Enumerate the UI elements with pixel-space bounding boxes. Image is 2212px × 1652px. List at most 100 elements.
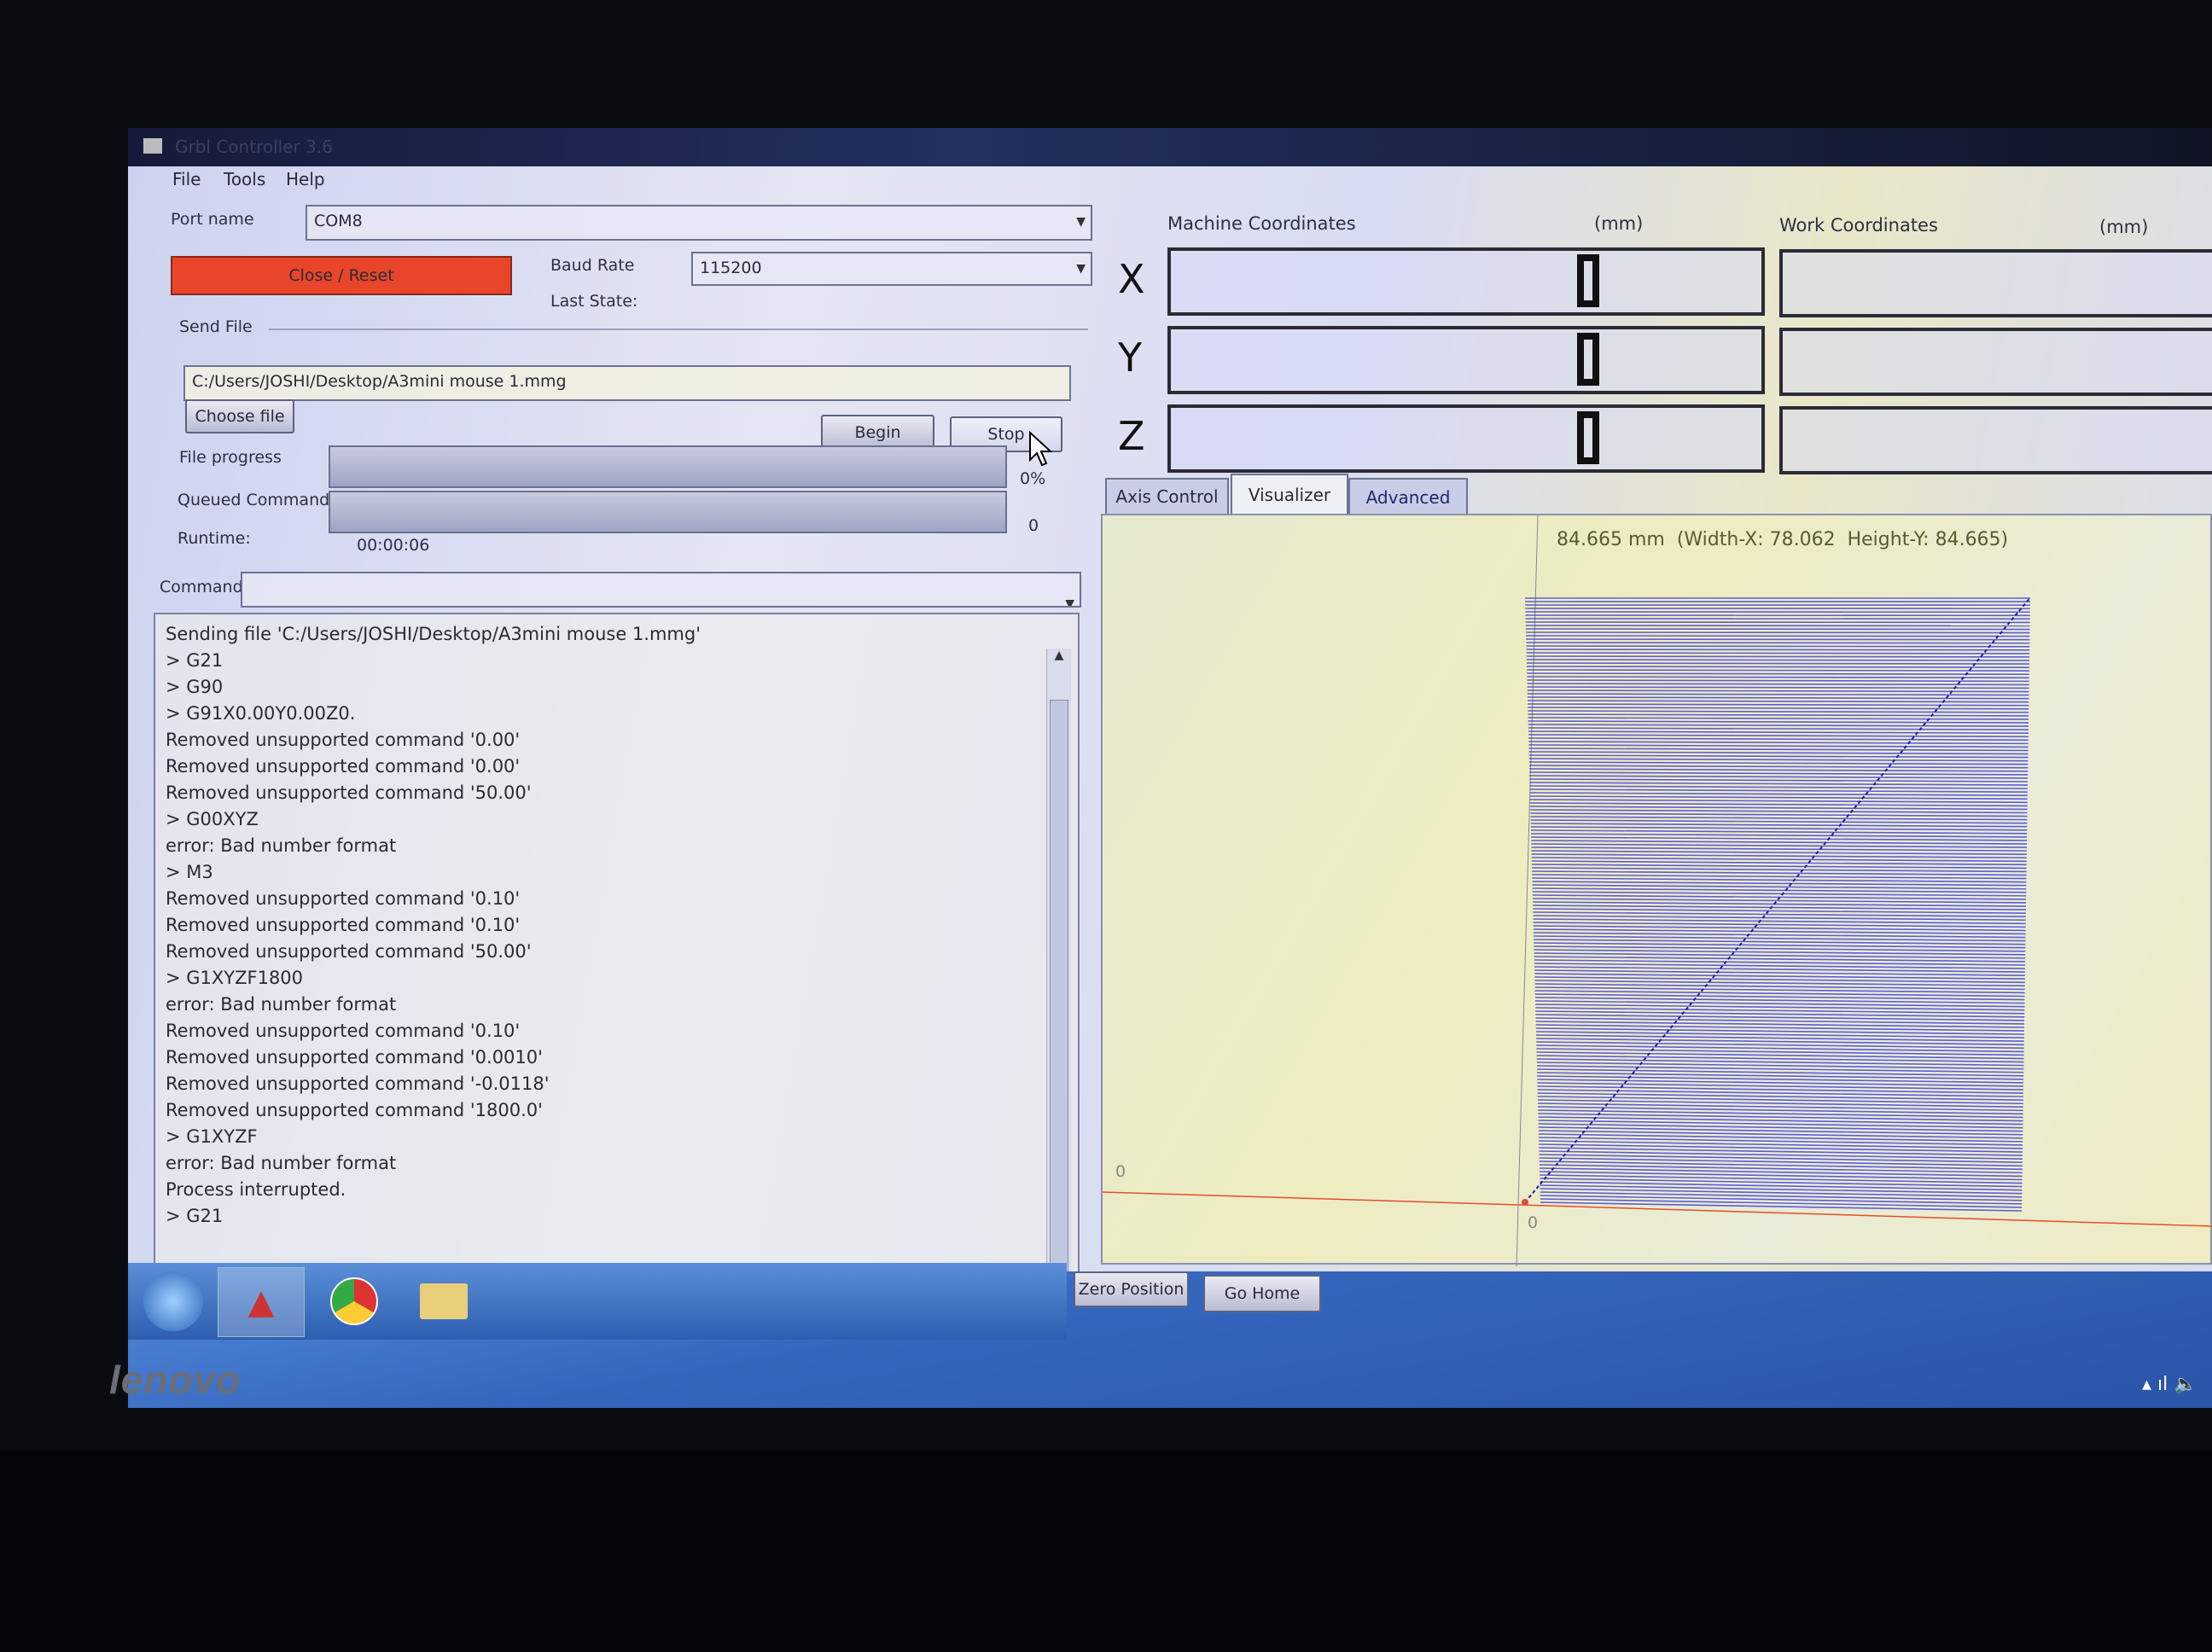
visualizer-panel[interactable]: 84.665 mm (Width-X: 78.062 Height-Y: 84.… — [1101, 514, 2212, 1266]
toolpath-line — [1531, 836, 2028, 841]
lenovo-logo: lenovo — [109, 1358, 242, 1402]
tab-advanced-label: Advanced — [1365, 487, 1451, 508]
menu-file[interactable]: File — [172, 169, 201, 189]
machine-y-display: 0 — [1167, 326, 1765, 394]
send-file-group-label: Send File — [179, 317, 253, 336]
toolpath-line — [1526, 652, 2030, 654]
baud-rate-select[interactable]: 115200 ▼ — [691, 252, 1092, 286]
toolpath-line — [1538, 1126, 2023, 1136]
window-title: Grbl Controller 3.6 — [175, 137, 333, 157]
toolpath-line — [1535, 1024, 2024, 1032]
toolpath-line — [1536, 1041, 2024, 1050]
log-line: Removed unsupported command '0.10' — [166, 915, 521, 935]
toolpath-line — [1528, 717, 2029, 720]
toolpath-line — [1529, 782, 2028, 786]
title-bar: Grbl Controller 3.6 — [128, 128, 2212, 166]
visualizer-canvas — [1103, 515, 2212, 1266]
toolpath-line — [1528, 741, 2029, 745]
toolpath-line — [1537, 1072, 2024, 1080]
log-line: Removed unsupported command '0.10' — [166, 1021, 521, 1041]
tab-visualizer-label: Visualizer — [1248, 485, 1331, 505]
command-label: Command — [160, 578, 243, 596]
stop-label: Stop — [987, 425, 1025, 444]
toolpath-line — [1536, 1034, 2024, 1043]
command-input[interactable]: ▼ — [241, 572, 1081, 608]
go-home-button[interactable]: Go Home — [1203, 1275, 1321, 1312]
port-name-select[interactable]: COM8 ▼ — [306, 205, 1092, 241]
machine-z-display: 0 — [1167, 404, 1765, 473]
log-line: Removed unsupported command '0.0010' — [166, 1047, 543, 1067]
tab-visualizer[interactable]: Visualizer — [1231, 474, 1348, 515]
toolpath-line — [1539, 1140, 2023, 1149]
mouse-cursor-icon — [1029, 431, 1053, 467]
toolpath-line — [1536, 1038, 2024, 1046]
log-line: Removed unsupported command '1800.0' — [166, 1100, 543, 1120]
begin-label: Begin — [854, 423, 901, 442]
runtime-value: 00:00:06 — [357, 536, 430, 555]
log-line: > M3 — [166, 862, 213, 882]
scrollbar-thumb[interactable] — [1050, 700, 1068, 1350]
origin-marker — [1522, 1199, 1528, 1206]
toolpath-line — [1530, 806, 2028, 811]
toolpath-line — [1529, 778, 2029, 782]
file-path-field[interactable]: C:/Users/JOSHI/Desktop/A3mini mouse 1.mm… — [183, 365, 1071, 401]
log-line: > G1XYZF1800 — [166, 968, 304, 988]
work-y-display — [1779, 328, 2212, 396]
log-line: > G90 — [166, 677, 224, 697]
toolpath-line — [1527, 693, 2029, 696]
queued-commands-label: Queued Commands — [178, 491, 339, 509]
log-scrollbar[interactable]: ▲ — [1046, 649, 1071, 1365]
zero-position-button[interactable]: Zero Position — [1074, 1271, 1189, 1307]
scroll-up-icon[interactable]: ▲ — [1047, 649, 1071, 662]
toolpath-line — [1535, 1031, 2024, 1038]
axis-z-label: Z — [1118, 413, 1145, 459]
toolpath-line — [1527, 669, 2029, 672]
tab-advanced[interactable]: Advanced — [1348, 478, 1468, 515]
toolpath-line — [1528, 737, 2029, 742]
toolpath-line — [1536, 1051, 2024, 1060]
toolpath-line — [1531, 846, 2027, 852]
toolpath-line — [1531, 853, 2027, 859]
toolpath-line — [1532, 874, 2027, 880]
toolpath-line — [1537, 1089, 2023, 1097]
toolpath-line — [1526, 662, 2029, 665]
toolpath-line — [1538, 1113, 2023, 1122]
explorer-folder-icon[interactable] — [401, 1267, 486, 1335]
log-line: Process interrupted. — [166, 1179, 346, 1200]
menu-help[interactable]: Help — [286, 169, 325, 189]
toolpath-line — [1526, 631, 2030, 634]
toolpath-line — [1530, 802, 2028, 807]
toolpath-line — [1538, 1102, 2023, 1112]
toolpath-line — [1529, 795, 2028, 800]
toolpath-line — [1537, 1085, 2023, 1094]
toolpath-line — [1528, 700, 2029, 703]
toolpath-line — [1527, 666, 2029, 668]
close-reset-button[interactable]: Close / Reset — [171, 256, 512, 295]
file-progress-label: File progress — [179, 448, 282, 467]
toolpath-line — [1532, 870, 2027, 876]
grbl-app-icon[interactable]: ▲ — [218, 1267, 305, 1337]
log-line: error: Bad number format — [166, 1153, 397, 1173]
toolpath-line — [1527, 696, 2029, 700]
work-x-display — [1779, 249, 2212, 317]
queued-commands-bar — [329, 491, 1007, 533]
baud-rate-value: 115200 — [700, 259, 762, 277]
toolpath-line — [1526, 638, 2030, 641]
tab-axis-control[interactable]: Axis Control — [1105, 478, 1229, 514]
chrome-icon[interactable] — [311, 1267, 397, 1335]
tray-signal-icon[interactable]: ▴ ıl 🔈 — [2142, 1374, 2197, 1395]
log-line: > G91X0.00Y0.00Z0. — [166, 703, 356, 724]
toolpath-line — [1535, 1027, 2024, 1035]
log-line: Removed unsupported command '-0.0118' — [166, 1073, 550, 1094]
menu-tools[interactable]: Tools — [224, 169, 265, 189]
toolpath-line — [1536, 1048, 2024, 1056]
log-line: Removed unsupported command '50.00' — [166, 782, 532, 803]
choose-file-button[interactable]: Choose file — [185, 399, 294, 433]
start-orb-icon[interactable] — [143, 1271, 203, 1331]
toolpath-line — [1538, 1116, 2023, 1126]
toolpath-line — [1529, 785, 2028, 789]
visualizer-info: 84.665 mm (Width-X: 78.062 Height-Y: 84.… — [1557, 529, 2009, 550]
work-unit-label: (mm) — [2099, 217, 2149, 237]
last-state-label: Last State: — [550, 292, 638, 311]
origin-y-label: 0 — [1115, 1162, 1126, 1181]
